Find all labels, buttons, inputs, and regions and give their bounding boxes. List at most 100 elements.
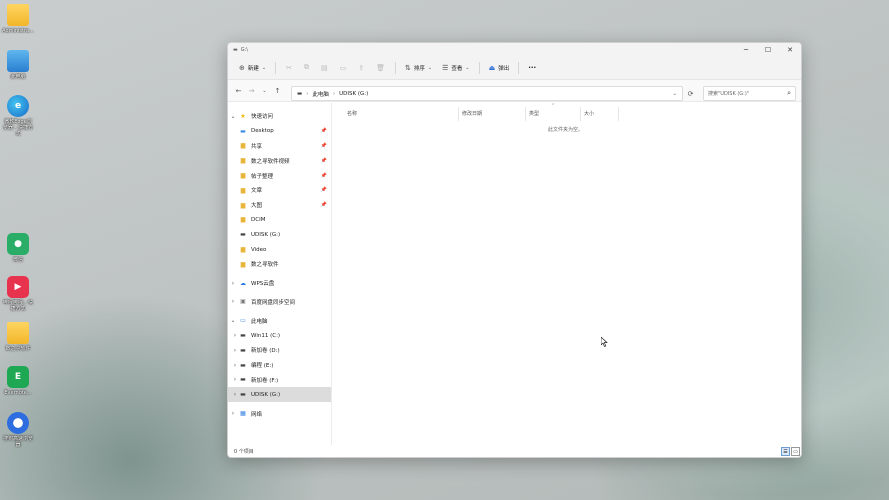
folder-icon: ▆	[240, 246, 246, 254]
chevron-down-icon[interactable]: ⌄	[228, 113, 238, 120]
sidebar-item-label: UDISK (G:)	[251, 231, 281, 238]
folder-icon: ▆	[240, 172, 246, 180]
cut-icon[interactable]: ✂	[280, 64, 298, 72]
item-count: 0 个项目	[234, 448, 254, 455]
chevron-right-icon[interactable]: ›	[228, 347, 238, 354]
folder-icon: ▆	[240, 201, 246, 209]
chevron-right-icon[interactable]: ›	[228, 362, 238, 369]
column-header-size[interactable]: 大小	[584, 107, 594, 119]
search-input[interactable]: 搜索"UDISK (G:)" ⌕	[703, 86, 796, 101]
drive-icon: ▬	[297, 90, 303, 97]
rename-icon[interactable]: ▭	[334, 64, 353, 72]
sidebar-item-drive-f[interactable]: › ▬ 新加卷 (F:)	[228, 373, 331, 388]
sidebar-item-label: Desktop	[251, 128, 274, 135]
folder-icon: ▆	[240, 186, 246, 194]
desktop-icon: ▬	[240, 127, 246, 135]
back-arrow-icon[interactable]: ←	[232, 87, 245, 95]
column-header-type[interactable]: 类型	[529, 107, 539, 119]
sort-icon: ⇅	[404, 63, 411, 72]
close-button[interactable]: ✕	[779, 43, 801, 56]
view-button-label: 查看	[451, 65, 463, 72]
share-icon[interactable]: ⇪	[352, 64, 370, 72]
chevron-right-icon[interactable]: ›	[228, 280, 238, 287]
title-bar[interactable]: ▬ G:\ ─ ☐ ✕	[228, 43, 801, 56]
up-arrow-icon[interactable]: ↑	[271, 87, 284, 95]
sidebar-item-video[interactable]: ▆ Video	[228, 242, 331, 257]
desktop-icon-edge[interactable]: e 微软Edge浏览器 - 快捷方式	[2, 95, 34, 137]
sidebar-item-wps[interactable]: › ☁ WPS云盘	[228, 276, 331, 291]
sidebar-item-desktop[interactable]: ▬ Desktop 📌	[228, 124, 331, 139]
window-title: ▬ G:\	[233, 47, 735, 53]
desktop-icon-evernote[interactable]: E Evernote...	[2, 366, 34, 396]
sidebar-item-posts[interactable]: ▆ 帖子整理 📌	[228, 168, 331, 183]
column-header-modified[interactable]: 修改日期	[462, 107, 482, 119]
sidebar-item-label: 快速访问	[251, 114, 274, 121]
eject-icon: ⏏	[488, 63, 496, 72]
breadcrumb-this-pc[interactable]: 此电脑	[312, 90, 329, 98]
file-explorer-window: ▬ G:\ ─ ☐ ✕ ⊕ 新建 ⌄ ✂ ⧉ ▤ ▭ ⇪ 🗑 ⇅ 排序 ⌄ ☰ …	[227, 42, 802, 458]
desktop-icon-this-pc[interactable]: 此电脑	[2, 50, 34, 80]
sidebar-item-quick-access[interactable]: ⌄ ★ 快速访问	[228, 109, 331, 124]
sort-button[interactable]: ⇅ 排序 ⌄	[400, 60, 437, 76]
desktop-icon-software-folder[interactable]: 数之寻软件	[2, 322, 34, 352]
column-header-name[interactable]: 名称	[347, 107, 357, 119]
delete-icon[interactable]: 🗑	[370, 64, 391, 72]
paste-icon[interactable]: ▤	[315, 64, 334, 72]
desktop-icon-sogou[interactable]: 搜狗高速浏览器	[2, 412, 34, 448]
address-dropdown-chevron-icon[interactable]: ⌄	[672, 91, 677, 97]
sidebar-item-shared[interactable]: ▆ 共享 📌	[228, 139, 331, 154]
chevron-right-icon[interactable]: ›	[228, 298, 238, 305]
desktop-icon-label: Evernote...	[4, 390, 32, 396]
recent-locations-chevron-icon[interactable]: ⌄	[258, 88, 271, 94]
chevron-right-icon[interactable]: ›	[228, 332, 238, 339]
sidebar-item-label: DCIM	[251, 216, 266, 223]
column-divider[interactable]	[458, 107, 459, 121]
forward-arrow-icon[interactable]: →	[245, 87, 258, 95]
new-button[interactable]: ⊕ 新建 ⌄	[234, 60, 271, 76]
sidebar-item-network[interactable]: › ▦ 网络	[228, 406, 331, 421]
sidebar-item-baidu[interactable]: › ▣ 百度网盘同步空间	[228, 295, 331, 310]
sidebar-item-drive-g[interactable]: › ▬ UDISK (G:)	[228, 387, 331, 403]
drive-icon: ▬	[233, 46, 238, 53]
chevron-right-icon[interactable]: ›	[228, 376, 238, 383]
file-list[interactable]: 名称 修改日期 类型 ⌃ 大小 此文件夹为空。	[332, 103, 801, 445]
more-options-button[interactable]: ···	[523, 60, 541, 76]
tiles-view-icon[interactable]: ▭	[791, 447, 800, 456]
column-divider[interactable]	[618, 107, 619, 121]
column-divider[interactable]	[580, 107, 581, 121]
new-button-label: 新建	[247, 65, 259, 72]
view-button[interactable]: ☰ 查看 ⌄	[437, 60, 475, 76]
chevron-right-icon[interactable]: ›	[228, 410, 238, 417]
minimize-button[interactable]: ─	[735, 43, 757, 56]
sidebar-item-drive-d[interactable]: › ▬ 新加卷 (D:)	[228, 343, 331, 358]
chevron-right-icon[interactable]: ›	[228, 391, 238, 398]
toolbar-divider	[518, 61, 520, 74]
evernote-icon: E	[7, 366, 29, 388]
mouse-cursor-icon	[601, 337, 608, 347]
folder-icon: ▆	[240, 157, 246, 165]
eject-button[interactable]: ⏏ 弹出	[484, 60, 515, 76]
address-bar[interactable]: ▬ › 此电脑 › UDISK (G:) ⌄	[291, 86, 683, 101]
sidebar-item-this-pc[interactable]: ⌄ ▭ 此电脑	[228, 313, 331, 328]
refresh-icon[interactable]: ⟳	[684, 86, 697, 101]
sidebar-item-drive-c[interactable]: › ▬ Win11 (C:)	[228, 328, 331, 343]
sidebar-item-udisk-quick[interactable]: ▬ UDISK (G:)	[228, 227, 331, 242]
plus-circle-icon: ⊕	[239, 63, 245, 72]
desktop-icon-wechat[interactable]: ● 微信	[2, 233, 34, 263]
sidebar-item-drive-e[interactable]: › ▬ 编程 (E:)	[228, 358, 331, 373]
details-view-icon[interactable]: ☰	[781, 447, 790, 456]
copy-icon[interactable]: ⧉	[298, 63, 315, 72]
sidebar-item-dcim[interactable]: ▆ DCIM	[228, 213, 331, 228]
sidebar-item-software-videos[interactable]: ▆ 数之寻软件视频 📌	[228, 153, 331, 168]
column-divider[interactable]	[525, 107, 526, 121]
sidebar-item-software[interactable]: ▆ 数之寻软件	[228, 257, 331, 272]
breadcrumb-udisk[interactable]: UDISK (G:)	[339, 91, 368, 97]
desktop-icon-administrator[interactable]: Administra...	[2, 4, 34, 34]
breadcrumb-separator-icon: ›	[332, 90, 336, 97]
eject-button-label: 弹出	[498, 65, 510, 72]
maximize-button[interactable]: ☐	[757, 43, 779, 56]
desktop-icon-bilibili[interactable]: ▶ 哔哩哔哩 - 快捷方式	[2, 276, 34, 312]
sidebar-item-big-images[interactable]: ▆ 大图 📌	[228, 198, 331, 213]
sidebar-item-articles[interactable]: ▆ 文章 📌	[228, 183, 331, 198]
chevron-down-icon[interactable]: ⌄	[228, 317, 238, 324]
